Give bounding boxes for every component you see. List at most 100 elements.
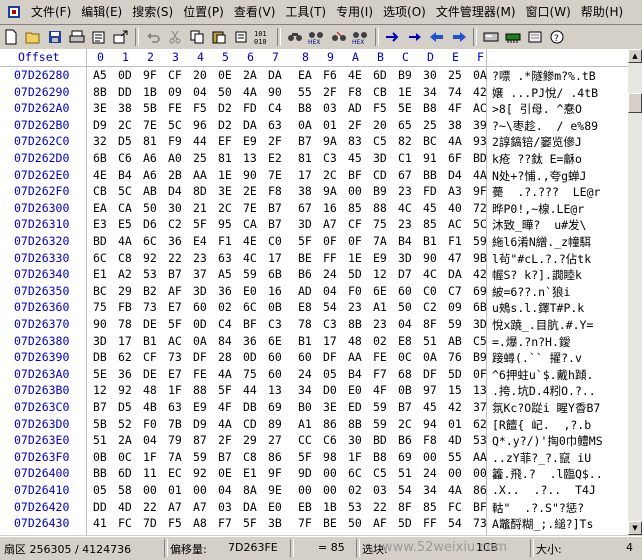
hex-byte[interactable]: 9E: [268, 533, 282, 535]
hex-byte[interactable]: 4D: [448, 433, 462, 447]
hex-byte[interactable]: 93: [473, 134, 487, 148]
hex-byte[interactable]: 6E: [373, 284, 387, 298]
hex-byte[interactable]: 03: [218, 500, 232, 514]
hex-byte[interactable]: 0F: [348, 533, 362, 535]
hex-byte[interactable]: 5F: [298, 234, 312, 248]
hex-byte[interactable]: 23: [373, 317, 387, 331]
hex-byte[interactable]: 0C: [118, 450, 132, 464]
hex-byte[interactable]: 91: [423, 151, 437, 165]
hex-byte[interactable]: 36: [168, 234, 182, 248]
row-offset[interactable]: 07D26280: [14, 68, 69, 82]
hex-byte[interactable]: 1B: [143, 85, 157, 99]
hex-byte[interactable]: 87: [193, 433, 207, 447]
hex-byte[interactable]: 92: [193, 466, 207, 480]
hex-byte[interactable]: 30: [168, 201, 182, 215]
hex-byte[interactable]: 04: [193, 85, 207, 99]
paste-icon[interactable]: [208, 26, 230, 48]
hex-byte[interactable]: 0B: [93, 450, 107, 464]
hex-byte[interactable]: 7E: [473, 533, 487, 535]
row-offset[interactable]: 07D26330: [14, 251, 69, 265]
hex-byte[interactable]: BB: [93, 466, 107, 480]
hex-byte[interactable]: 7A: [373, 234, 387, 248]
hex-byte[interactable]: F7: [218, 516, 232, 530]
hex-byte[interactable]: 86: [268, 450, 282, 464]
hex-byte[interactable]: 4E: [243, 234, 257, 248]
hex-byte[interactable]: F8: [268, 184, 282, 198]
hex-byte[interactable]: 5C: [473, 217, 487, 231]
hex-byte[interactable]: 71: [448, 533, 462, 535]
hex-byte[interactable]: 4E: [93, 168, 107, 182]
hex-byte[interactable]: B1: [143, 334, 157, 348]
hex-byte[interactable]: 0B: [398, 383, 412, 397]
hex-byte[interactable]: 12: [93, 383, 107, 397]
hex-byte[interactable]: FD: [423, 184, 437, 198]
hex-byte[interactable]: E1: [243, 466, 257, 480]
row-offset[interactable]: 07D263B0: [14, 383, 69, 397]
hex-byte[interactable]: 0A: [298, 118, 312, 132]
hex-byte[interactable]: 04: [218, 483, 232, 497]
export-icon[interactable]: [110, 26, 132, 48]
hex-byte[interactable]: 02: [348, 483, 362, 497]
row-text[interactable]: ?~\枣趁. / e%89: [492, 118, 598, 134]
row-offset[interactable]: 07D263C0: [14, 400, 69, 414]
hex-byte[interactable]: E7: [168, 367, 182, 381]
hex-byte[interactable]: A2: [118, 267, 132, 281]
hex-byte[interactable]: 9F: [268, 466, 282, 480]
hex-byte[interactable]: C2: [168, 217, 182, 231]
hex-byte[interactable]: 30: [348, 433, 362, 447]
hex-byte[interactable]: 48: [143, 383, 157, 397]
hex-byte[interactable]: FF: [323, 251, 337, 265]
hex-byte[interactable]: 84: [218, 334, 232, 348]
hex-byte[interactable]: F5: [193, 101, 207, 115]
hex-byte[interactable]: CF: [143, 350, 157, 364]
hex-byte[interactable]: 1E: [218, 168, 232, 182]
hex-byte[interactable]: 0A: [423, 350, 437, 364]
hex-byte[interactable]: C8: [118, 251, 132, 265]
hex-byte[interactable]: 17: [298, 168, 312, 182]
hex-byte[interactable]: 24: [298, 367, 312, 381]
hex-byte[interactable]: 2E: [243, 184, 257, 198]
hex-byte[interactable]: B0: [298, 400, 312, 414]
hex-byte[interactable]: 96: [193, 118, 207, 132]
hex-byte[interactable]: CB: [93, 184, 107, 198]
hex-byte[interactable]: 0D: [193, 317, 207, 331]
hex-byte[interactable]: 2F: [348, 118, 362, 132]
hex-byte[interactable]: 6C: [348, 466, 362, 480]
hex-byte[interactable]: 00: [448, 466, 462, 480]
hex-byte[interactable]: 5F: [193, 217, 207, 231]
hex-byte[interactable]: 0B: [268, 300, 282, 314]
row-offset[interactable]: 07D263F0: [14, 450, 69, 464]
hex-byte[interactable]: 59: [373, 400, 387, 414]
hex-byte[interactable]: 51: [93, 433, 107, 447]
hex-byte[interactable]: 8F: [398, 500, 412, 514]
hex-byte[interactable]: 11: [143, 466, 157, 480]
hex-byte[interactable]: DA: [448, 267, 462, 281]
row-text[interactable]: 氛Kc?O踨i 睲Y稥B7: [492, 400, 600, 416]
row-text[interactable]: =.爆.?n?H.鑀: [492, 334, 577, 350]
hex-byte[interactable]: 01: [323, 118, 337, 132]
hex-byte[interactable]: 3D: [398, 251, 412, 265]
hex-byte[interactable]: FD: [243, 101, 257, 115]
row-offset[interactable]: 07D26300: [14, 201, 69, 215]
hex-byte[interactable]: A3: [448, 184, 462, 198]
hex-byte[interactable]: 00: [423, 450, 437, 464]
hex-byte[interactable]: BF: [243, 317, 257, 331]
hex-byte[interactable]: 3E: [323, 400, 337, 414]
hex-byte[interactable]: 8B: [348, 417, 362, 431]
hex-byte[interactable]: BC: [93, 284, 107, 298]
hex-byte[interactable]: 20: [193, 68, 207, 82]
hex-byte[interactable]: 7D: [143, 516, 157, 530]
hex-byte[interactable]: 3D: [473, 317, 487, 331]
hex-byte[interactable]: 59: [243, 267, 257, 281]
hex-byte[interactable]: D4: [448, 168, 462, 182]
hex-byte[interactable]: 4F: [448, 101, 462, 115]
hex-byte[interactable]: D5: [118, 400, 132, 414]
hex-byte[interactable]: 0C: [398, 350, 412, 364]
hex-byte[interactable]: 0D: [118, 68, 132, 82]
hex-byte[interactable]: 6B: [268, 267, 282, 281]
hex-byte[interactable]: EC: [168, 466, 182, 480]
hex-byte[interactable]: AD: [298, 284, 312, 298]
open-disk-icon[interactable]: [480, 26, 502, 48]
hex-byte[interactable]: EA: [298, 68, 312, 82]
hex-byte[interactable]: 5F: [168, 317, 182, 331]
